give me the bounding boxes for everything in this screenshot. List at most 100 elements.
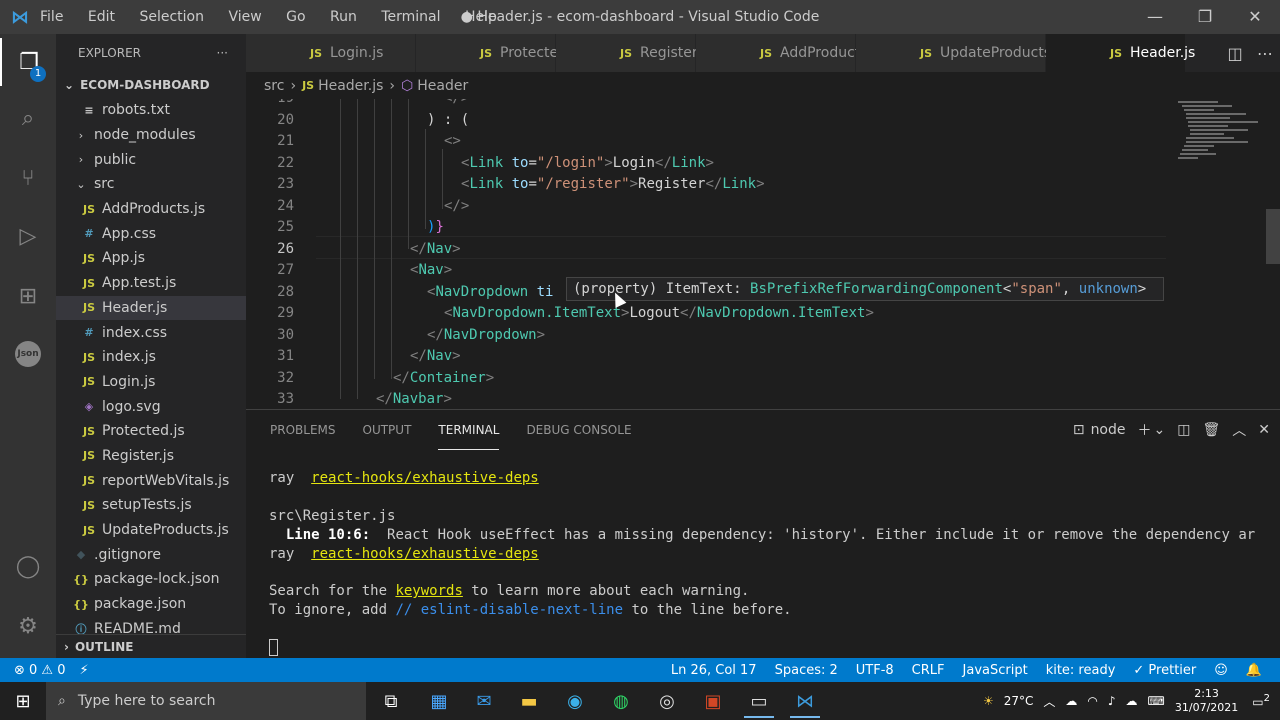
prettier-status[interactable]: ✓ Prettier (1133, 663, 1196, 678)
menu-edit[interactable]: Edit (88, 9, 115, 25)
lightning-icon[interactable]: ⚡ (80, 663, 89, 678)
code-editor[interactable]: 19</>20) : (21<>22<Link to="/login">Logi… (246, 99, 1280, 408)
windows-start-icon[interactable]: ⊞ (0, 691, 46, 712)
close-button[interactable]: ✕ (1230, 0, 1280, 34)
chevron-down-icon[interactable]: ⌄ (1154, 422, 1166, 438)
menu-help[interactable]: Help (465, 9, 497, 25)
sidebar-item[interactable]: › node_modules (56, 123, 246, 148)
json-extension-icon[interactable]: Json (0, 330, 56, 378)
minimap[interactable] (1176, 99, 1266, 169)
menu-go[interactable]: Go (286, 9, 305, 25)
minimize-button[interactable]: — (1130, 0, 1180, 34)
new-terminal-icon[interactable]: ＋ (1138, 420, 1152, 440)
editor-tab[interactable]: JS Protected.js (416, 34, 583, 72)
sidebar-item[interactable]: JS Login.js (56, 370, 246, 395)
cursor-position[interactable]: Ln 26, Col 17 (671, 663, 757, 678)
edge-browser-icon[interactable]: ◉ (552, 684, 598, 718)
tab-debug-console[interactable]: DEBUG CONSOLE (526, 410, 631, 450)
project-folder[interactable]: ⌄ ECOM-DASHBOARD (56, 72, 246, 98)
search-icon[interactable]: ⌕ (0, 94, 56, 142)
rule-link[interactable]: react-hooks/exhaustive-deps (311, 546, 539, 562)
sidebar-item[interactable]: ≡ robots.txt (56, 98, 246, 123)
indentation[interactable]: Spaces: 2 (775, 663, 838, 678)
outline-section[interactable]: › OUTLINE (56, 634, 246, 658)
sidebar-item[interactable]: JS index.js (56, 345, 246, 370)
sidebar-item[interactable]: ◈ logo.svg (56, 394, 246, 419)
menu-run[interactable]: Run (330, 9, 357, 25)
editor-tab[interactable]: JS Register.js (556, 34, 712, 72)
sidebar-item[interactable]: # index.css (56, 320, 246, 345)
source-control-icon[interactable]: ⑂ (0, 154, 56, 202)
editor-tab[interactable]: JS UpdateProducts.js (856, 34, 1067, 72)
kite-status[interactable]: kite: ready (1046, 663, 1116, 678)
sidebar-item[interactable]: # App.css (56, 221, 246, 246)
more-icon[interactable]: ⋯ (1250, 44, 1280, 63)
terminal-shell-select[interactable]: node (1091, 422, 1126, 438)
file-explorer-icon[interactable]: ▬ (506, 684, 552, 718)
editor-scrollbar[interactable] (1266, 209, 1280, 264)
terminal-app-icon[interactable]: ▭ (736, 684, 782, 718)
powerpoint-icon[interactable]: ▣ (690, 684, 736, 718)
sidebar-item[interactable]: JS UpdateProducts.js (56, 518, 246, 543)
tab-terminal[interactable]: TERMINAL (438, 410, 500, 450)
sidebar-item[interactable]: JS App.js (56, 246, 246, 271)
run-debug-icon[interactable]: ▷ (0, 212, 56, 260)
obs-icon[interactable]: ◎ (644, 684, 690, 718)
feedback-icon[interactable]: ☺ (1214, 663, 1228, 678)
sidebar-item[interactable]: JS setupTests.js (56, 493, 246, 518)
settings-gear-icon[interactable]: ⚙ (0, 602, 56, 650)
weather-temp[interactable]: 27°C (1004, 694, 1034, 708)
editor-tab[interactable]: JS Login.js (246, 34, 416, 72)
split-terminal-icon[interactable]: ◫ (1177, 422, 1190, 438)
notification-center-icon[interactable]: ▭2 (1252, 693, 1270, 709)
sidebar-item[interactable]: {} package-lock.json (56, 567, 246, 592)
keyboard-icon[interactable]: ⌨ (1148, 694, 1165, 708)
editor-tab[interactable]: JS Header.js (1046, 34, 1195, 72)
menu-terminal[interactable]: Terminal (381, 9, 440, 25)
sidebar-item[interactable]: JS AddProducts.js (56, 197, 246, 222)
sidebar-item[interactable]: JS reportWebVitals.js (56, 468, 246, 493)
calendar-app-icon[interactable]: ▦ (416, 684, 462, 718)
network-icon[interactable]: ◠ (1087, 694, 1097, 708)
more-actions-icon[interactable]: ··· (217, 46, 228, 60)
trash-icon[interactable]: 🗑 (1202, 422, 1220, 438)
onedrive-icon[interactable]: ☁ (1065, 694, 1077, 708)
chevron-up-icon[interactable]: ︿ (1043, 693, 1055, 710)
mail-app-icon[interactable]: ✉ (461, 684, 507, 718)
tab-output[interactable]: OUTPUT (363, 410, 412, 450)
account-icon[interactable]: ◯ (0, 542, 56, 590)
keywords-link[interactable]: keywords (395, 583, 462, 599)
breadcrumb-symbol[interactable]: Header (417, 78, 468, 94)
taskbar-search[interactable]: ⌕ Type here to search (46, 682, 366, 720)
sidebar-item[interactable]: › public (56, 147, 246, 172)
tab-problems[interactable]: PROBLEMS (270, 410, 336, 450)
encoding[interactable]: UTF-8 (856, 663, 894, 678)
maximize-button[interactable]: ❐ (1180, 0, 1230, 34)
sidebar-item[interactable]: ◆ .gitignore (56, 542, 246, 567)
explorer-icon[interactable]: ❐ 1 (0, 38, 56, 86)
sidebar-item[interactable]: JS Register.js (56, 444, 246, 469)
breadcrumb-folder[interactable]: src (264, 78, 284, 94)
rule-link[interactable]: react-hooks/exhaustive-deps (311, 470, 539, 486)
menu-selection[interactable]: Selection (139, 9, 204, 25)
task-view-icon[interactable]: ⧉ (368, 684, 414, 718)
editor-tab[interactable]: JS AddProducts.js (696, 34, 883, 72)
menu-view[interactable]: View (228, 9, 261, 25)
end-of-line[interactable]: CRLF (912, 663, 945, 678)
volume-icon[interactable]: ♪ (1108, 694, 1116, 708)
close-panel-icon[interactable]: ✕ (1258, 422, 1270, 438)
weather-icon[interactable]: ☀ (983, 694, 994, 708)
menu-file[interactable]: File (40, 9, 63, 25)
language-mode[interactable]: JavaScript (963, 663, 1028, 678)
extensions-icon[interactable]: ⊞ (0, 272, 56, 320)
split-editor-icon[interactable]: ◫ (1220, 44, 1250, 63)
sidebar-item[interactable]: {} package.json (56, 592, 246, 617)
breadcrumb-file[interactable]: Header.js (318, 78, 383, 94)
sidebar-item[interactable]: JS Header.js (56, 295, 246, 321)
sidebar-item[interactable]: ⌄ src (56, 172, 246, 197)
problems-status[interactable]: ⊗ 0 ⚠ 0 (14, 663, 66, 678)
maximize-panel-icon[interactable]: ︿ (1232, 420, 1246, 440)
sidebar-item[interactable]: JS Protected.js (56, 419, 246, 444)
vscode-taskbar-icon[interactable]: ⋈ (782, 684, 828, 718)
whatsapp-icon[interactable]: ◍ (598, 684, 644, 718)
